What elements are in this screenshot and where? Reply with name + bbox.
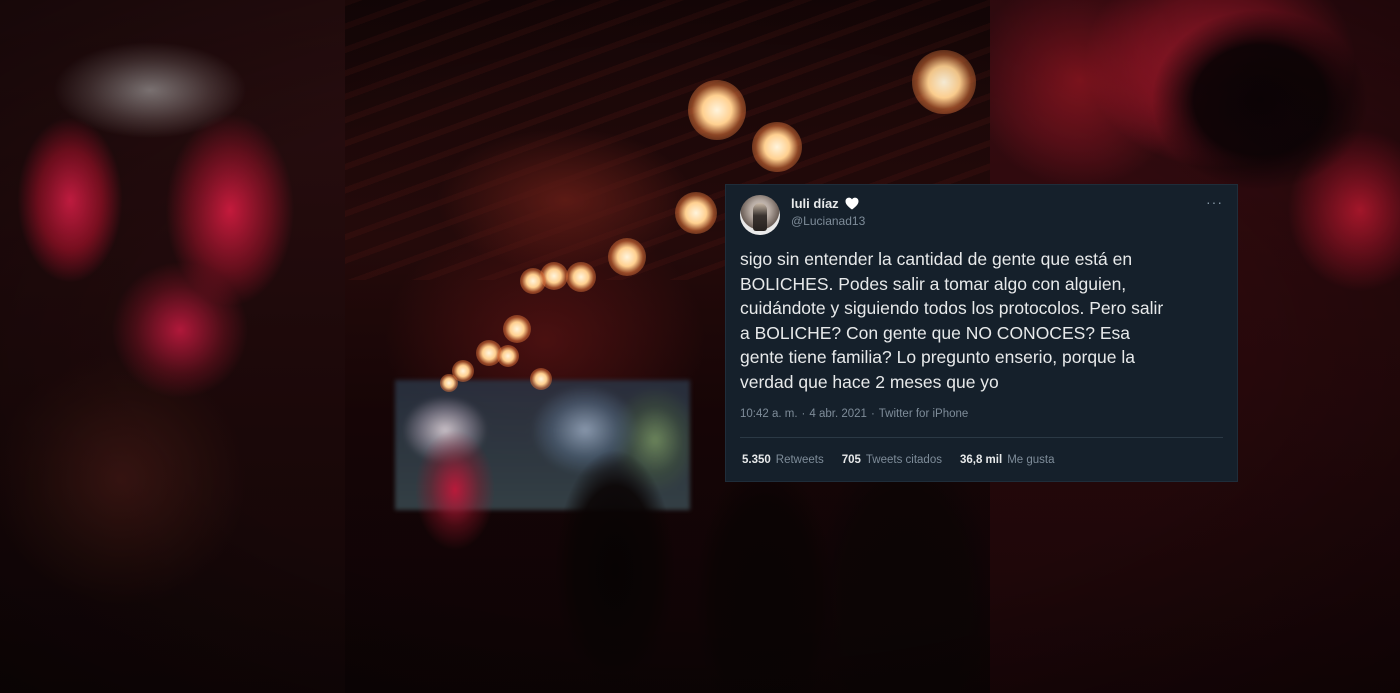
string-light: [608, 238, 646, 276]
string-light: [752, 122, 802, 172]
tweet-time[interactable]: 10:42 a. m.: [740, 408, 798, 420]
avatar-figure: [753, 203, 767, 231]
string-light: [503, 315, 531, 343]
divider: [740, 437, 1223, 438]
quote-tweets-stat[interactable]: 705 Tweets citados: [842, 454, 942, 466]
meta-separator: ·: [801, 408, 806, 420]
tweet-source[interactable]: Twitter for iPhone: [879, 408, 968, 420]
tweet-date[interactable]: 4 abr. 2021: [809, 408, 867, 420]
white-heart-icon: [845, 197, 859, 210]
string-light: [440, 374, 458, 392]
quotes-label: Tweets citados: [865, 454, 942, 466]
likes-stat[interactable]: 36,8 mil Me gusta: [960, 454, 1055, 466]
likes-label: Me gusta: [1007, 454, 1055, 466]
string-light: [688, 80, 746, 140]
string-light: [520, 268, 546, 294]
author-display-name[interactable]: luli díaz: [791, 196, 839, 211]
retweets-count: 5.350: [742, 454, 771, 466]
tweet-stats: 5.350 Retweets 705 Tweets citados 36,8 m…: [742, 454, 1055, 466]
tweet-author-row: luli díaz: [791, 196, 859, 211]
likes-count: 36,8 mil: [959, 454, 1003, 466]
quotes-count: 705: [841, 454, 861, 466]
string-light: [530, 368, 552, 390]
avatar[interactable]: [740, 195, 780, 235]
tweet-text: sigo sin entender la cantidad de gente q…: [740, 249, 1164, 392]
retweets-stat[interactable]: 5.350 Retweets: [742, 454, 824, 466]
blurred-left-panel: [0, 0, 345, 693]
retweets-label: Retweets: [775, 454, 824, 466]
tweet-card: luli díaz @Lucianad13 ··· sigo sin enten…: [725, 184, 1238, 482]
meta-separator: ·: [870, 408, 875, 420]
tweet-metadata: 10:42 a. m. · 4 abr. 2021 · Twitter for …: [740, 408, 968, 420]
string-light: [912, 50, 976, 114]
string-light: [675, 192, 717, 234]
string-light: [566, 262, 596, 292]
string-light: [497, 345, 519, 367]
more-options-icon[interactable]: ···: [1206, 195, 1223, 209]
author-handle[interactable]: @Lucianad13: [791, 214, 865, 228]
